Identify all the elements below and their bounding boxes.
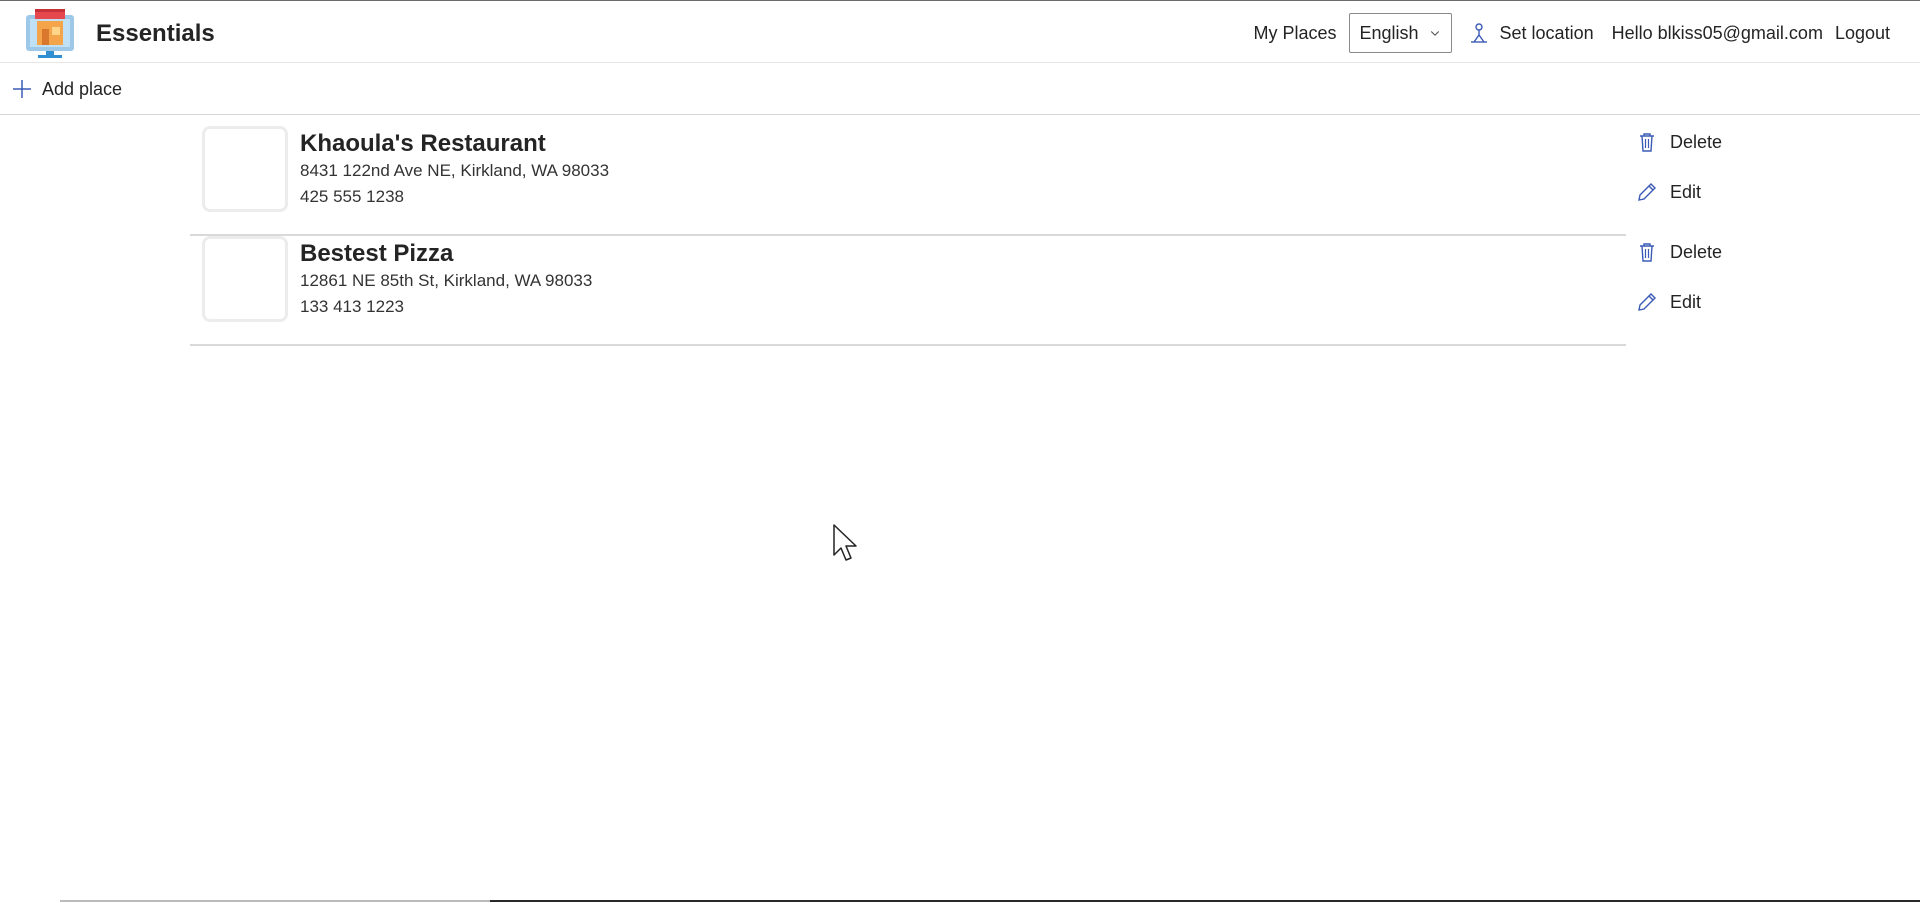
trash-icon xyxy=(1640,243,1654,262)
edit-button[interactable]: Edit xyxy=(1636,290,1722,314)
language-select-value: English xyxy=(1359,22,1419,43)
app-title: Essentials xyxy=(96,20,215,47)
delete-label: Delete xyxy=(1670,131,1723,152)
place-info: Khaoula's Restaurant 8431 122nd Ave NE, … xyxy=(300,130,609,210)
add-place-label: Add place xyxy=(42,78,123,99)
trash-icon xyxy=(1640,133,1654,152)
window-bottom-edge xyxy=(0,899,1920,903)
delete-button[interactable]: Delete xyxy=(1636,130,1722,154)
place-phone: 425 555 1238 xyxy=(300,187,404,206)
command-bar: Add place xyxy=(0,63,1920,115)
header-nav: My Places English Set location Hello blk… xyxy=(1254,13,1890,53)
row-divider xyxy=(190,344,1626,346)
edit-button[interactable]: Edit xyxy=(1636,180,1722,204)
plus-icon xyxy=(13,80,31,98)
add-place-button[interactable]: Add place xyxy=(12,77,122,101)
delete-button[interactable]: Delete xyxy=(1636,240,1722,264)
user-greeting: Hello blkiss05@gmail.com xyxy=(1611,22,1823,43)
pencil-icon xyxy=(1638,293,1656,311)
place-thumbnail xyxy=(202,126,288,212)
bottom-edge-segment xyxy=(60,900,490,902)
storefront-logo-icon[interactable] xyxy=(24,7,76,59)
edit-label: Edit xyxy=(1670,291,1702,312)
place-address: 8431 122nd Ave NE, Kirkland, WA 98033 xyxy=(300,161,610,180)
place-thumbnail xyxy=(202,236,288,322)
language-select[interactable]: English xyxy=(1348,13,1452,53)
list-item[interactable]: Khaoula's Restaurant 8431 122nd Ave NE, … xyxy=(190,126,1730,236)
delete-label: Delete xyxy=(1670,241,1723,262)
places-list: Khaoula's Restaurant 8431 122nd Ave NE, … xyxy=(190,126,1730,346)
my-places-link[interactable]: My Places xyxy=(1254,23,1337,44)
mouse-cursor-icon xyxy=(833,524,857,561)
top-navigation-bar: Essentials My Places English Set locatio… xyxy=(0,0,1920,63)
place-name: Khaoula's Restaurant xyxy=(300,130,546,157)
place-actions: Delete Edit xyxy=(1636,240,1722,314)
set-location-button[interactable]: Set location xyxy=(1468,22,1594,44)
place-address: 12861 NE 85th St, Kirkland, WA 98033 xyxy=(300,271,593,290)
bottom-edge-segment xyxy=(490,900,1920,902)
place-info: Bestest Pizza 12861 NE 85th St, Kirkland… xyxy=(300,240,592,320)
place-phone: 133 413 1223 xyxy=(300,297,404,316)
edit-label: Edit xyxy=(1670,181,1702,202)
logout-link[interactable]: Logout xyxy=(1835,23,1890,44)
place-actions: Delete Edit xyxy=(1636,130,1722,204)
list-item[interactable]: Bestest Pizza 12861 NE 85th St, Kirkland… xyxy=(190,236,1730,346)
set-location-label: Set location xyxy=(1499,22,1594,43)
pencil-icon xyxy=(1638,183,1656,201)
chevron-down-icon xyxy=(1430,31,1439,36)
map-pin-person-icon xyxy=(1470,23,1487,43)
place-name: Bestest Pizza xyxy=(300,240,454,267)
